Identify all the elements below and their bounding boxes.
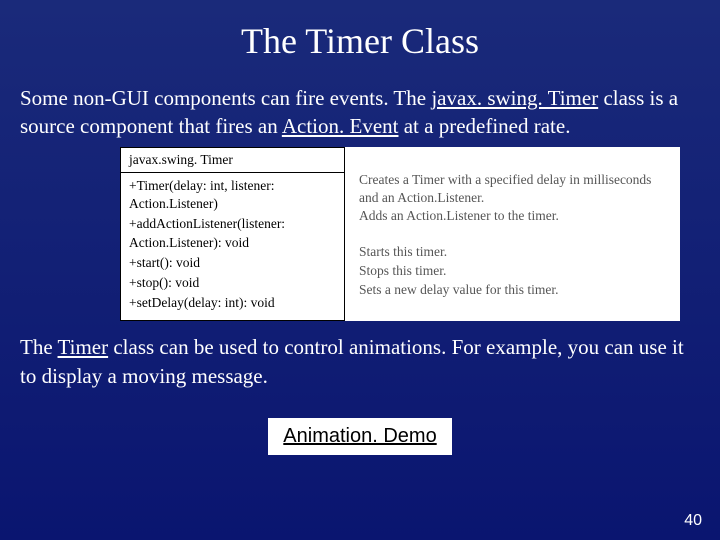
uml-desc: Creates a Timer with a specified delay i… <box>359 171 670 207</box>
uml-desc: Adds an Action.Listener to the timer. <box>359 207 670 243</box>
uml-diagram: javax.swing. Timer +Timer(delay: int, li… <box>120 147 680 322</box>
uml-desc: Starts this timer. <box>359 243 670 262</box>
slide: The Timer Class Some non-GUI components … <box>0 0 720 465</box>
button-row: Animation. Demo <box>20 418 700 455</box>
link-javax-swing-timer[interactable]: javax. swing. Timer <box>431 86 598 110</box>
text: at a predefined rate. <box>398 114 570 138</box>
text: class can be used to control animations.… <box>20 335 684 387</box>
uml-desc: Stops this timer. <box>359 262 670 281</box>
slide-title: The Timer Class <box>20 20 700 62</box>
uml-class-box: javax.swing. Timer +Timer(delay: int, li… <box>120 147 345 322</box>
uml-method: +Timer(delay: int, listener: Action.List… <box>129 177 336 213</box>
uml-method: +setDelay(delay: int): void <box>129 294 336 312</box>
animation-demo-button[interactable]: Animation. Demo <box>268 418 451 455</box>
text: The <box>20 335 58 359</box>
uml-method: +addActionListener(listener: Action.List… <box>129 215 336 251</box>
link-action-event[interactable]: Action. Event <box>282 114 399 138</box>
uml-method: +start(): void <box>129 254 336 272</box>
page-number: 40 <box>684 512 702 530</box>
uml-methods: +Timer(delay: int, listener: Action.List… <box>121 173 344 321</box>
paragraph-2: The Timer class can be used to control a… <box>20 333 700 390</box>
link-timer[interactable]: Timer <box>58 335 109 359</box>
paragraph-1: Some non-GUI components can fire events.… <box>20 84 700 141</box>
uml-method: +stop(): void <box>129 274 336 292</box>
text: Some non-GUI components can fire events.… <box>20 86 431 110</box>
uml-class-name: javax.swing. Timer <box>121 148 344 173</box>
uml-descriptions: Creates a Timer with a specified delay i… <box>345 147 680 322</box>
uml-desc: Sets a new delay value for this timer. <box>359 281 670 300</box>
